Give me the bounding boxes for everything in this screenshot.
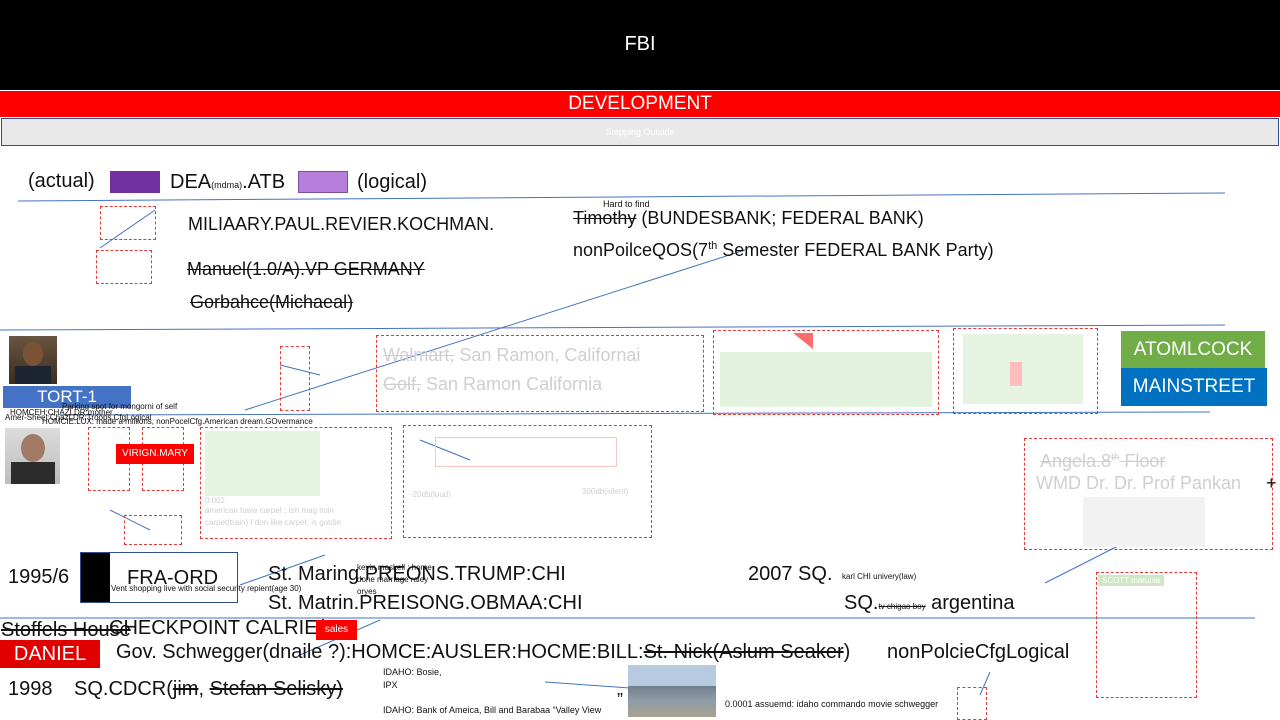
checkpoint-text: CHECKPOINT CALRIE( (109, 617, 325, 639)
dea-suffix: .ATB (242, 171, 286, 193)
legend-actual-swatch (110, 171, 160, 193)
portrait-photo-2 (5, 428, 60, 484)
walmart-strike: Walmart, (383, 345, 455, 365)
nonpolcie-text: nonPolcieCfgLogical (887, 641, 1070, 663)
mainstreet-badge: MAINSTREET (1121, 368, 1267, 406)
daniel-badge: DANIEL (0, 640, 100, 668)
stefan-text: Stefan Selisky) (209, 678, 343, 700)
portrait-suit-1 (15, 366, 51, 384)
comma-text: , (198, 678, 210, 700)
idaho2-text: IDAHO: Bank of Ameica, Bill and Barabaa … (383, 705, 602, 715)
walmart-line: Walmart, San Ramon, Californai (383, 345, 640, 366)
assuemd-text: 0.0001 assuemd: idaho commando movie sch… (725, 699, 939, 709)
gorbachev-text: Gorbahce(Michaeal) (190, 292, 354, 312)
angela-post: Floor (1119, 451, 1166, 471)
gov-line: Gov. Schwegger(dnaile ?):HOMCE:AUSLER:HO… (116, 641, 850, 664)
portrait-face-1 (23, 342, 43, 366)
argentina-text: argentina (925, 592, 1015, 614)
valley-view-photo (628, 665, 716, 717)
chigao-text: tv chigao boy (878, 602, 926, 611)
american-text: american have carpet ; tsh mag itoin (205, 506, 334, 515)
portrait-suit-2 (11, 462, 55, 484)
sq-line: SQ.tv chigao boy argentina (844, 592, 1015, 615)
carpet-map (205, 431, 320, 496)
photo-placeholder-1 (100, 206, 156, 240)
silent-label: 300db(silent) (582, 487, 629, 496)
year-1998: 1998 (8, 678, 53, 700)
year-2007: 2007 SQ. (748, 563, 833, 585)
golf-green (720, 352, 932, 407)
jim-text: jim (172, 678, 199, 700)
building-image (1083, 497, 1205, 547)
scott-label: SCOTT marunia (1098, 575, 1165, 586)
portrait-photo-1 (9, 336, 57, 384)
nonpolice-line: nonPoilceQOS(7th Semester FEDERAL BANK P… (573, 240, 994, 261)
atomlcock-badge: ATOMLCOCK (1121, 331, 1265, 369)
nonpolice-sup: th (708, 240, 718, 252)
golf-line: Golf, San Ramon California (383, 374, 602, 395)
sales-badge: sales (316, 620, 357, 640)
map-red-mark (1010, 362, 1022, 386)
development-label: DEVELOPMENT (568, 93, 712, 114)
wmd-text: WMD Dr. Dr. Prof Pankan (1036, 473, 1242, 493)
photo-placeholder-3 (280, 346, 310, 411)
st-matrin-text: St. Matrin.PREISONG.OBMAA:CHI (268, 592, 583, 614)
dea-sub: (mdma) (211, 180, 243, 190)
scott-box (1096, 572, 1197, 698)
sqcdcr-line: SQ.CDCR(jim, Stefan Selisky) (74, 678, 343, 701)
golf-rest: San Ramon California (421, 374, 603, 394)
angela-line: Angela.8th Floor (1040, 451, 1165, 472)
manuel-text: Manuel(1.0/A).VP GERMANY (187, 259, 425, 279)
idaho1-text: IDAHO: Bosie, (383, 667, 442, 677)
loud-label: -20db(loud) (410, 490, 451, 499)
photo-placeholder-2 (96, 250, 152, 284)
sound-diagram (435, 437, 617, 467)
plus-icon: + (1266, 473, 1277, 493)
legend-logical-swatch (298, 171, 348, 193)
karl-text: karl CHI univery(law) (842, 572, 917, 581)
bank-text: (BUNDESBANK; FEDERAL BANK) (636, 208, 924, 228)
military-text: MILIAARY.PAUL.REVIER.KOCHMAN. (188, 214, 495, 234)
year-1995: 1995/6 (8, 566, 70, 588)
angela-pre: Angela.8 (1040, 451, 1112, 471)
dea-main: DEA (170, 171, 212, 193)
mongorni-text: Parking spot for mongorni of self (62, 402, 178, 411)
quote-mark: ” (617, 690, 623, 710)
nonpolice-post: Semester FEDERAL BANK Party) (717, 240, 994, 260)
header-title: FBI (624, 33, 656, 55)
timothy-text: Timothy (573, 208, 637, 228)
nonpolice-pre: nonPoilceQOS(7 (573, 240, 709, 260)
photo-placeholder-7 (957, 687, 987, 720)
carpet-text: carpet(train) I don like carpet; is gotd… (205, 518, 342, 527)
bank-line: Timothy (BUNDESBANK; FEDERAL BANK) (573, 208, 924, 229)
gov-post: ) (843, 641, 851, 663)
st-maring-text: St. Maring.PREONS.TRUMP:CHI (268, 563, 566, 585)
walmart-rest: San Ramon, Californai (454, 345, 641, 365)
sqcdcr-text: SQ.CDCR( (74, 678, 173, 700)
gov-pre: Gov. Schwegger(dnaile ?):HOMCE:AUSLER:HO… (116, 641, 644, 663)
virign-badge: VIRIGN.MARY (116, 444, 194, 464)
legend-dea: DEA(mdma).ATB (170, 171, 285, 194)
caption-text: Stepping Outside (605, 127, 675, 137)
homcie-text: HOMCIE:LUX: made a millions, nonPocelCfg… (42, 417, 313, 426)
photo-placeholder-6 (124, 515, 182, 545)
sq-text: SQ. (844, 592, 879, 614)
small-left-text: 0.001 (205, 496, 226, 505)
golf-flag-icon (793, 333, 813, 349)
golf-strike: Golf, (383, 374, 422, 394)
map-green (963, 334, 1083, 404)
ipx-text: IPX (383, 680, 398, 690)
legend-actual-label: (actual) (28, 170, 95, 192)
gov-strike: St. Nick(Aslum Seaker (643, 641, 844, 663)
legend-logical-label: (logical) (357, 171, 428, 193)
portrait-face-2 (21, 434, 45, 462)
